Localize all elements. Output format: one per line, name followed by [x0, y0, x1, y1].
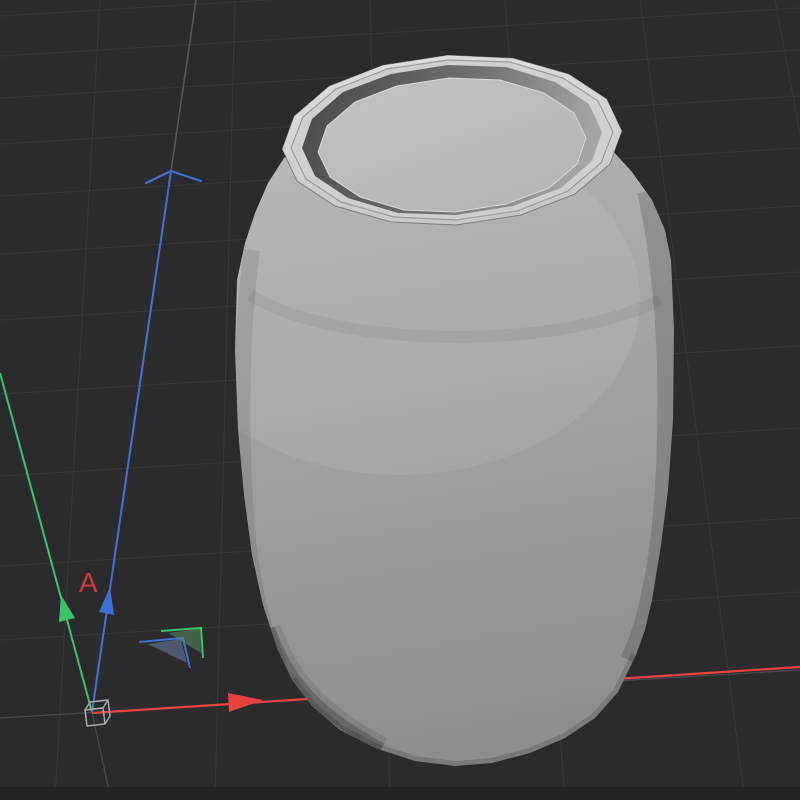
viewport-3d-container: A	[0, 0, 800, 800]
viewport-3d[interactable]: A	[0, 0, 800, 800]
axis-label: A	[79, 567, 98, 598]
bottom-bar	[0, 787, 800, 800]
